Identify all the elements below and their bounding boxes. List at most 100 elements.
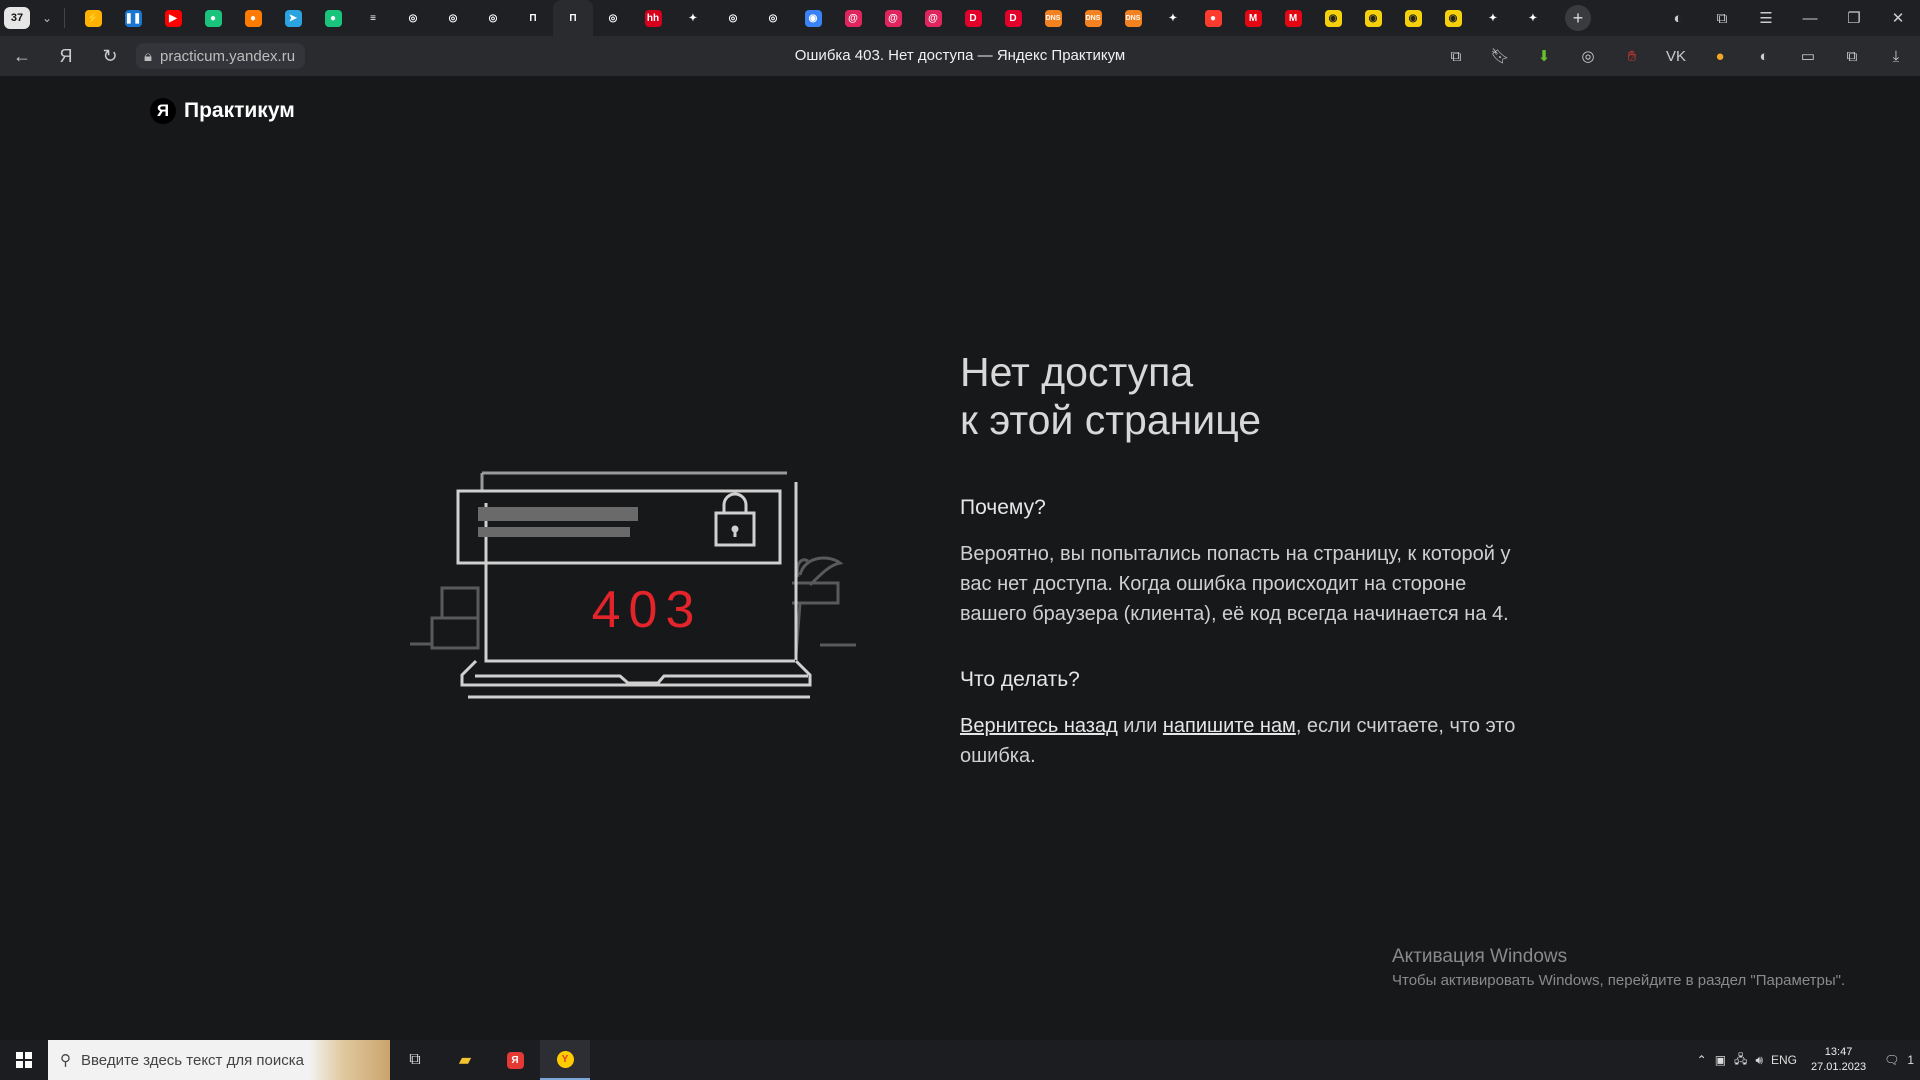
clock-date: 27.01.2023	[1811, 1061, 1867, 1073]
downloads-icon[interactable]: ⤓	[1880, 40, 1912, 72]
yandex-home-icon[interactable]: Я	[44, 36, 88, 76]
or-text: или	[1117, 715, 1163, 737]
spiral-icon: @	[844, 9, 862, 27]
start-button[interactable]	[0, 1040, 48, 1080]
lock-icon: 🔒︎	[144, 47, 152, 65]
browser-tab[interactable]: D	[993, 0, 1033, 36]
browser-tab[interactable]: ❚❚	[113, 0, 153, 36]
error-content: Нет доступа к этой странице Почему? Веро…	[960, 348, 1520, 771]
browser-tab[interactable]: ◎	[473, 0, 513, 36]
github-icon: ◎	[768, 12, 778, 24]
minimize-button[interactable]: —	[1788, 0, 1832, 36]
browser-tab[interactable]: ●	[1193, 0, 1233, 36]
volume-icon[interactable]: 🔊︎	[1755, 1053, 1763, 1068]
browser-tab[interactable]: ✦	[1153, 0, 1193, 36]
browser-tab[interactable]: ◎	[753, 0, 793, 36]
bookmark-icon[interactable]: 🔖︎	[1484, 40, 1516, 72]
tray-expand-icon[interactable]: ⌃	[1697, 1053, 1707, 1067]
d-icon: D	[1004, 9, 1022, 27]
browser-tab[interactable]: ⚡	[73, 0, 113, 36]
browser-tab[interactable]: ◉	[1433, 0, 1473, 36]
compass-icon: ◉	[804, 9, 822, 27]
task-view-icon[interactable]: ⧉	[390, 1040, 440, 1080]
browser-tab[interactable]: ◎	[713, 0, 753, 36]
browser-tab[interactable]: ◉	[1393, 0, 1433, 36]
dns-icon: DNS	[1124, 9, 1142, 27]
taskbar-search-input[interactable]: ⚲ Введите здесь текст для поиска	[48, 1040, 390, 1080]
browser-tab[interactable]: П	[513, 0, 553, 36]
browser-tab[interactable]: ●	[233, 0, 273, 36]
network-icon[interactable]: 🖧︎	[1734, 1050, 1747, 1071]
goggles-extension-icon[interactable]: ◎	[1572, 40, 1604, 72]
pause-icon: ❚❚	[124, 9, 142, 27]
browser-tab[interactable]: @	[913, 0, 953, 36]
hand-extension-icon[interactable]: ✋︎	[1616, 40, 1648, 72]
tab-strip: 37 ⌄ ⚡ ❚❚ ▶ ● ● ➤ ● ≡ ◎ ◎ ◎ П П ◎ hh ✦ ◎ ◎ ◉ @ @ @ D D DNS DNS DNS…	[0, 0, 1920, 36]
browser-tab[interactable]: M	[1273, 0, 1313, 36]
browser-tab[interactable]: ✦	[1473, 0, 1513, 36]
notion-icon: П	[569, 12, 577, 24]
coin-extension-icon[interactable]: ●	[1704, 40, 1736, 72]
reload-button[interactable]: ↻	[88, 36, 132, 76]
sparkle-icon: ✦	[1528, 12, 1538, 24]
browser-tab[interactable]: ≡	[353, 0, 393, 36]
github-icon: ◎	[728, 12, 738, 24]
browser-tab[interactable]: ✦	[1513, 0, 1553, 36]
browser-tab[interactable]: @	[833, 0, 873, 36]
browser-tab[interactable]: ◎	[393, 0, 433, 36]
figma-icon: ●	[324, 9, 342, 27]
address-bar[interactable]: 🔒︎ practicum.yandex.ru	[136, 43, 306, 69]
restore-button[interactable]: ❐	[1832, 0, 1876, 36]
back-button[interactable]: ←	[0, 36, 44, 76]
vk-extension-icon[interactable]: VK	[1660, 40, 1692, 72]
go-back-link[interactable]: Вернитесь назад	[960, 715, 1118, 737]
circle-icon: ●	[244, 9, 262, 27]
browser-tab[interactable]: ●	[313, 0, 353, 36]
browser-tab[interactable]: ➤	[273, 0, 313, 36]
tab-count-badge[interactable]: 37	[4, 7, 30, 29]
figma-icon: ●	[204, 9, 222, 27]
browser-tab[interactable]: П	[553, 0, 593, 36]
language-indicator[interactable]: ENG	[1771, 1053, 1797, 1067]
browser-tab[interactable]: DNS	[1113, 0, 1153, 36]
m-icon: M	[1244, 9, 1262, 27]
browser-tab[interactable]: DNS	[1073, 0, 1113, 36]
contact-us-link[interactable]: напишите нам	[1163, 715, 1296, 737]
glasses-extension-icon[interactable]: ◐	[1748, 40, 1780, 72]
browser-tab[interactable]: ●	[193, 0, 233, 36]
browser-tab[interactable]: hh	[633, 0, 673, 36]
collections-icon[interactable]: ⧉	[1700, 0, 1744, 36]
bar-shape-1	[478, 507, 638, 521]
browser-tab[interactable]: @	[873, 0, 913, 36]
toggle-off-extension-icon[interactable]: ▭	[1792, 40, 1824, 72]
browser-tab[interactable]: ◎	[433, 0, 473, 36]
smile-icon: ◉	[1444, 9, 1462, 27]
yandex-app-icon[interactable]: Я	[490, 1040, 540, 1080]
puzzle-extension-icon[interactable]: ⧉	[1836, 40, 1868, 72]
new-tab-button[interactable]: +	[1565, 5, 1591, 31]
meet-now-icon[interactable]: ▣	[1715, 1053, 1726, 1067]
browser-tab[interactable]: ◎	[593, 0, 633, 36]
notifications-icon[interactable]: 🗨︎	[1884, 1053, 1899, 1067]
close-button[interactable]: ✕	[1876, 0, 1920, 36]
browser-tab[interactable]: M	[1233, 0, 1273, 36]
copy-link-icon[interactable]: ⧉	[1440, 40, 1472, 72]
brand-logo-link[interactable]: Я Практикум	[150, 98, 295, 124]
clock[interactable]: 13:47 27.01.2023	[1811, 1045, 1866, 1075]
browser-tab[interactable]: D	[953, 0, 993, 36]
browser-tab[interactable]: ✦	[673, 0, 713, 36]
yandex-browser-taskbar-icon[interactable]: Y	[540, 1040, 590, 1080]
browser-tab[interactable]: ◉	[1353, 0, 1393, 36]
browser-tab[interactable]: ◉	[793, 0, 833, 36]
activation-subtitle: Чтобы активировать Windows, перейдите в …	[1392, 972, 1846, 989]
download-arrow-extension-icon[interactable]: ⬇	[1528, 40, 1560, 72]
locked-laptop-illustration: 403	[410, 471, 856, 699]
tab-list-chevron-icon[interactable]: ⌄	[36, 7, 58, 29]
browser-tab[interactable]: ◉	[1313, 0, 1353, 36]
profile-icon[interactable]: ◐	[1656, 0, 1700, 36]
file-explorer-icon[interactable]: ▰	[440, 1040, 490, 1080]
menu-icon[interactable]: ☰	[1744, 0, 1788, 36]
browser-tab[interactable]: ▶	[153, 0, 193, 36]
search-placeholder: Введите здесь текст для поиска	[81, 1051, 304, 1069]
browser-tab[interactable]: DNS	[1033, 0, 1073, 36]
